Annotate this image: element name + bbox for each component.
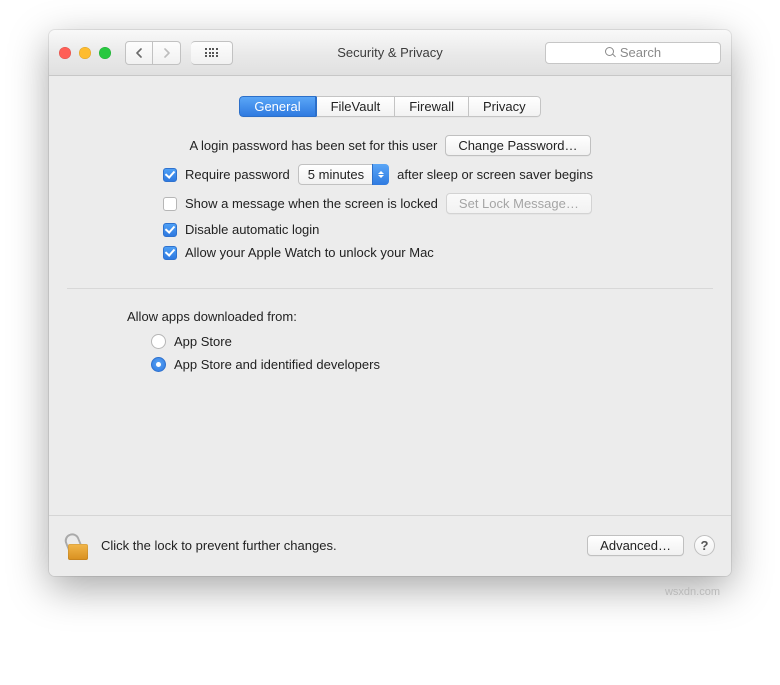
show-all-group [191, 41, 233, 65]
search-placeholder: Search [620, 45, 661, 60]
password-set-row: A login password has been set for this u… [67, 135, 713, 156]
close-window-button[interactable] [59, 47, 71, 59]
search-icon [605, 47, 616, 58]
titlebar: Security & Privacy Search [49, 30, 731, 76]
apple-watch-checkbox[interactable] [163, 246, 177, 260]
downloads-section-label: Allow apps downloaded from: [127, 309, 713, 324]
tab-general[interactable]: General [239, 96, 315, 117]
tab-label: Privacy [483, 99, 526, 114]
chevron-left-icon [135, 48, 143, 58]
zoom-window-button[interactable] [99, 47, 111, 59]
radio-label: App Store and identified developers [174, 357, 380, 372]
popup-value: 5 minutes [308, 167, 364, 182]
require-password-row: Require password 5 minutes after sleep o… [163, 164, 713, 185]
footer: Click the lock to prevent further change… [49, 515, 731, 576]
disable-auto-login-row: Disable automatic login [163, 222, 713, 237]
require-password-checkbox[interactable] [163, 168, 177, 182]
require-password-delay-popup[interactable]: 5 minutes [298, 164, 389, 185]
minimize-window-button[interactable] [79, 47, 91, 59]
disable-auto-login-label: Disable automatic login [185, 222, 319, 237]
password-set-text: A login password has been set for this u… [189, 138, 437, 153]
window-controls [59, 47, 111, 59]
help-button[interactable]: ? [694, 535, 715, 556]
nav-back-forward [125, 41, 181, 65]
disable-auto-login-checkbox[interactable] [163, 223, 177, 237]
watermark: wsxdn.com [20, 586, 720, 598]
lock-text: Click the lock to prevent further change… [101, 538, 337, 553]
tab-privacy[interactable]: Privacy [469, 96, 541, 117]
back-button[interactable] [125, 41, 153, 65]
forward-button[interactable] [153, 41, 181, 65]
preferences-window: Security & Privacy Search General FileVa… [49, 30, 731, 576]
tab-label: General [254, 99, 300, 114]
tab-filevault[interactable]: FileVault [316, 96, 396, 117]
stepper-icon [372, 164, 389, 185]
tab-firewall[interactable]: Firewall [395, 96, 469, 117]
content-area: General FileVault Firewall Privacy A log… [49, 76, 731, 515]
tab-label: Firewall [409, 99, 454, 114]
show-message-checkbox[interactable] [163, 197, 177, 211]
download-option-identified: App Store and identified developers [151, 357, 713, 372]
set-lock-message-button[interactable]: Set Lock Message… [446, 193, 592, 214]
change-password-button[interactable]: Change Password… [445, 135, 590, 156]
apple-watch-row: Allow your Apple Watch to unlock your Ma… [163, 245, 713, 260]
download-option-appstore: App Store [151, 334, 713, 349]
show-message-label: Show a message when the screen is locked [185, 196, 438, 211]
radio-label: App Store [174, 334, 232, 349]
radio-identified-developers[interactable] [151, 357, 166, 372]
require-password-label: Require password [185, 167, 290, 182]
chevron-right-icon [163, 48, 171, 58]
tab-bar: General FileVault Firewall Privacy [67, 96, 713, 117]
radio-app-store[interactable] [151, 334, 166, 349]
search-field[interactable]: Search [545, 42, 721, 64]
require-password-suffix: after sleep or screen saver begins [397, 167, 593, 182]
show-all-button[interactable] [191, 41, 233, 65]
advanced-button[interactable]: Advanced… [587, 535, 684, 556]
divider [67, 288, 713, 289]
show-message-row: Show a message when the screen is locked… [163, 193, 713, 214]
lock-icon[interactable] [65, 530, 91, 560]
grid-icon [205, 48, 218, 57]
tab-label: FileVault [331, 99, 381, 114]
apple-watch-label: Allow your Apple Watch to unlock your Ma… [185, 245, 434, 260]
